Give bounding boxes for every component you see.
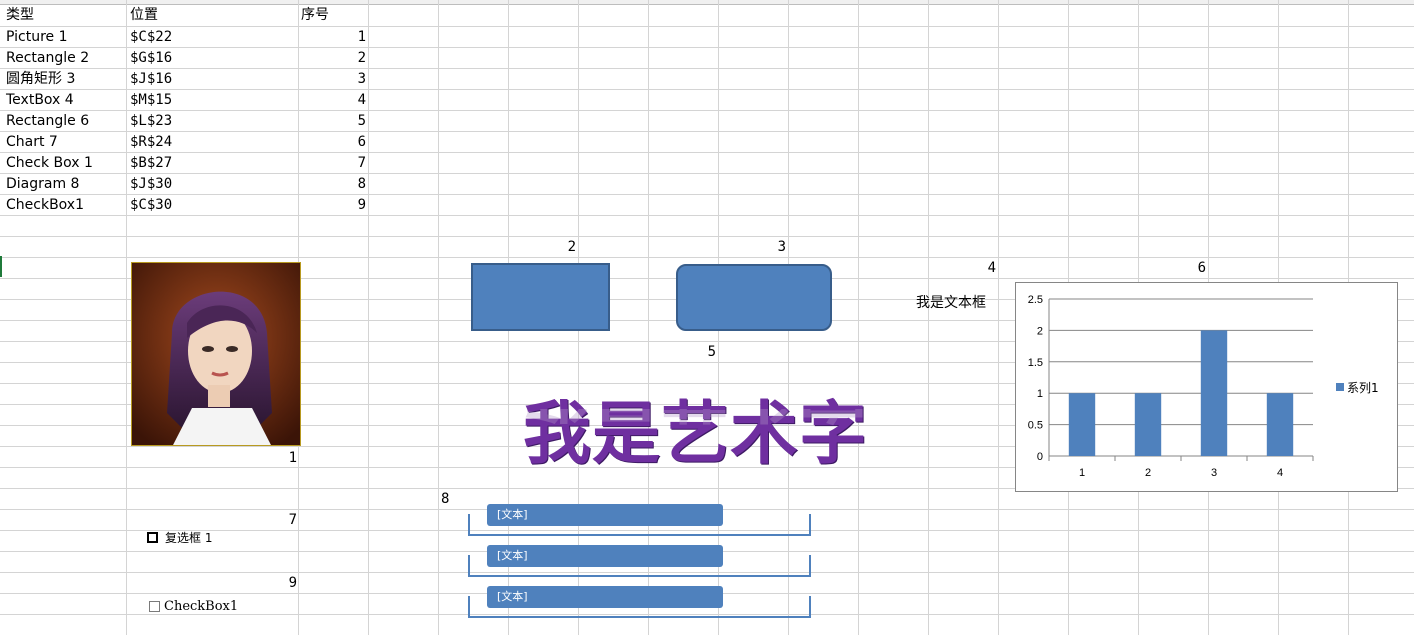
- header-position: 位置: [130, 7, 158, 23]
- table-cell-position: $J$30: [130, 176, 173, 192]
- table-cell-position: $J$16: [130, 71, 173, 87]
- label-picture-index: 1: [288, 450, 297, 466]
- table-cell-index: 6: [357, 134, 366, 150]
- label-textbox-index: 4: [987, 260, 996, 276]
- chart-x-tick-label: 3: [1211, 467, 1217, 479]
- table-cell-position: $M$15: [130, 92, 173, 108]
- table-cell-index: 2: [357, 50, 366, 66]
- table-cell-index: 7: [357, 155, 366, 171]
- rectangle-shape[interactable]: [471, 263, 610, 331]
- table-cell-position: $B$27: [130, 155, 173, 171]
- chart-y-tick-label: 1.5: [1028, 357, 1043, 369]
- activex-checkbox-label: CheckBox1: [164, 599, 239, 614]
- table-cell-type: CheckBox1: [6, 197, 84, 213]
- chart-y-tick-label: 2: [1037, 325, 1043, 337]
- table-cell-index: 3: [357, 71, 366, 87]
- table-cell-index: 8: [357, 176, 366, 192]
- chart-y-tick-label: 2.5: [1028, 294, 1043, 306]
- label-rounded-rect-index: 3: [777, 239, 786, 255]
- active-row-marker: [0, 256, 2, 277]
- table-cell-position: $C$30: [130, 197, 173, 213]
- rounded-rectangle-shape[interactable]: [676, 264, 832, 331]
- chart-y-tick-label: 0.5: [1028, 420, 1043, 432]
- form-checkbox[interactable]: [147, 532, 158, 543]
- diagram-item-text[interactable]: [文本]: [487, 504, 723, 526]
- label-rectangle-index: 2: [567, 239, 576, 255]
- label-chart-index: 6: [1197, 260, 1206, 276]
- spreadsheet[interactable]: 类型 位置 序号 Picture 1 $C$22 1 Rectangle 2 $G$16…: [0, 0, 1414, 635]
- activex-checkbox[interactable]: [149, 601, 160, 612]
- table-cell-position: $R$24: [130, 134, 173, 150]
- chart-x-tick-label: 1: [1079, 467, 1085, 479]
- table-cell-index: 1: [357, 29, 366, 45]
- form-checkbox-label: 复选框 1: [165, 531, 213, 545]
- header-index: 序号: [301, 7, 329, 23]
- header-type: 类型: [6, 7, 34, 23]
- table-cell-type: Check Box 1: [6, 155, 93, 171]
- chart-x-tick-label: 2: [1145, 467, 1151, 479]
- diagram-item-text[interactable]: [文本]: [487, 545, 723, 567]
- table-cell-type: Rectangle 6: [6, 113, 90, 129]
- table-cell-type: 圆角矩形 3: [6, 71, 76, 87]
- table-cell-type: Picture 1: [6, 29, 68, 45]
- table-cell-position: $G$16: [130, 50, 173, 66]
- chart-legend-label: 系列1: [1347, 381, 1379, 395]
- table-cell-type: Chart 7: [6, 134, 58, 150]
- chart-bar: [1266, 393, 1294, 456]
- table-cell-index: 9: [357, 197, 366, 213]
- label-checkbox-form-index: 7: [288, 512, 297, 528]
- table-cell-type: Rectangle 2: [6, 50, 90, 66]
- label-diagram-index: 8: [441, 491, 450, 507]
- table-cell-type: Diagram 8: [6, 176, 80, 192]
- wordart-reflection: 我是艺术字: [523, 409, 923, 445]
- table-cell-position: $C$22: [130, 29, 173, 45]
- chart-bar: [1134, 393, 1162, 456]
- chart-bar: [1200, 330, 1228, 456]
- chart-canvas: 0 0.5 1 1.5 2 2.5 1 2 3 4 系列1: [1028, 294, 1379, 479]
- diagram-item-text[interactable]: [文本]: [487, 586, 723, 608]
- portrait-picture[interactable]: [131, 262, 301, 446]
- table-cell-index: 4: [357, 92, 366, 108]
- label-activex-checkbox-index: 9: [288, 575, 297, 591]
- chart-y-tick-label: 0: [1037, 451, 1043, 463]
- chart-bar: [1068, 393, 1096, 456]
- chart-legend-swatch: [1336, 383, 1344, 391]
- table-cell-type: TextBox 4: [6, 92, 74, 108]
- textbox[interactable]: 我是文本框: [916, 292, 986, 312]
- chart-x-tick-label: 4: [1277, 467, 1283, 479]
- table-cell-index: 5: [357, 113, 366, 129]
- bar-chart[interactable]: 0 0.5 1 1.5 2 2.5 1 2 3 4 系列1: [1015, 282, 1398, 492]
- table-cell-position: $L$23: [130, 113, 173, 129]
- portrait-image: [132, 263, 300, 445]
- label-wordart-index: 5: [707, 344, 716, 360]
- chart-y-tick-label: 1: [1037, 388, 1043, 400]
